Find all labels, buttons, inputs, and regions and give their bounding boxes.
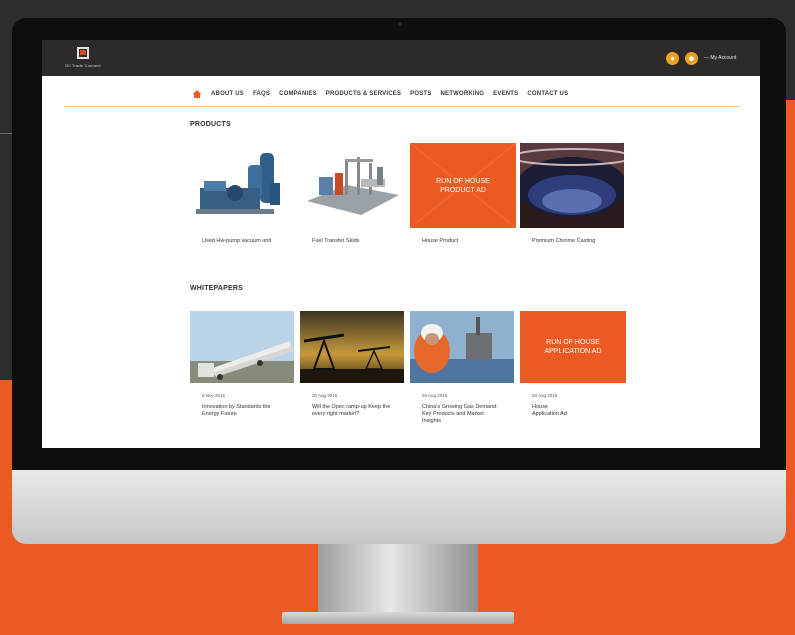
whitepaper-date: 20 Aug 2015 — [422, 393, 448, 398]
nav-item-companies[interactable]: COMPANIES — [279, 91, 317, 97]
products-heading: PRODUCTS — [190, 121, 231, 128]
notification-icon[interactable]: ● — [666, 52, 679, 65]
nav-item-contact[interactable]: CONTACT US — [527, 91, 568, 97]
whitepaper-image-pumpjack[interactable] — [300, 311, 404, 383]
product-label[interactable]: Premium Chrome Casting — [532, 238, 622, 245]
whitepaper-title[interactable]: House Application Ad — [532, 404, 572, 418]
product-image-pump[interactable] — [190, 143, 294, 228]
ad-text: RUN OF HOUSE APPLICATION AD — [544, 339, 602, 355]
nav-item-products-services[interactable]: PRODUCTS & SERVICES — [326, 91, 401, 97]
whitepaper-date: 9 Nov 2015 — [202, 393, 226, 398]
top-bar: Oil Trade Connect ● ☻ — My Account — [42, 40, 760, 76]
nav-item-faqs[interactable]: FAQS — [253, 91, 270, 97]
website-screen: Oil Trade Connect ● ☻ — My Account ABOUT… — [42, 40, 760, 448]
nav-item-networking[interactable]: NETWORKING — [441, 91, 485, 97]
nav-divider — [64, 106, 740, 107]
whitepaper-title[interactable]: China's Growing Gas Demand: Key Products… — [422, 404, 502, 425]
whitepaper-date: 20 Aug 2015 — [312, 393, 338, 398]
product-image-skids[interactable] — [301, 143, 405, 228]
product-label[interactable]: Fuel Transfer Skids — [312, 238, 392, 245]
whitepaper-image-truck[interactable] — [190, 311, 294, 383]
whitepaper-date: 20 Aug 2015 — [532, 393, 558, 398]
logo-mark-inner — [80, 50, 86, 55]
camera-icon — [398, 22, 402, 26]
product-label[interactable]: Used Hw-pump vacuum unit — [202, 238, 272, 245]
whitepaper-title[interactable]: Will the Opec ramp-up Keep the every rig… — [312, 404, 392, 418]
house-product-ad[interactable]: RUN OF HOUSE PRODUCT AD — [410, 143, 516, 228]
my-account-link[interactable]: — My Account — [704, 55, 736, 61]
site-logo[interactable]: Oil Trade Connect — [60, 47, 106, 71]
monitor-chin — [12, 470, 786, 544]
nav-item-events[interactable]: EVENTS — [493, 91, 518, 97]
main-nav: ABOUT US FAQS COMPANIES PRODUCTS & SERVI… — [192, 88, 568, 100]
logo-text: Oil Trade Connect — [65, 63, 101, 68]
house-application-ad[interactable]: RUN OF HOUSE APPLICATION AD — [520, 311, 626, 383]
person-icon[interactable]: ☻ — [685, 52, 698, 65]
whitepaper-image-offshore[interactable] — [410, 311, 514, 383]
whitepapers-heading: WHITEPAPERS — [190, 285, 244, 292]
product-label[interactable]: House Product — [422, 238, 502, 245]
my-account-label: My Account — [710, 55, 737, 61]
nav-item-posts[interactable]: POSTS — [410, 91, 431, 97]
whitepaper-title[interactable]: Innovation by Standards the Energy Futur… — [202, 404, 280, 418]
home-icon[interactable] — [192, 89, 202, 99]
ad-text: RUN OF HOUSE PRODUCT AD — [436, 177, 490, 194]
product-image-casting[interactable] — [520, 143, 624, 228]
monitor-foot — [282, 612, 514, 624]
nav-item-about[interactable]: ABOUT US — [211, 91, 244, 97]
monitor-stand — [318, 544, 478, 614]
